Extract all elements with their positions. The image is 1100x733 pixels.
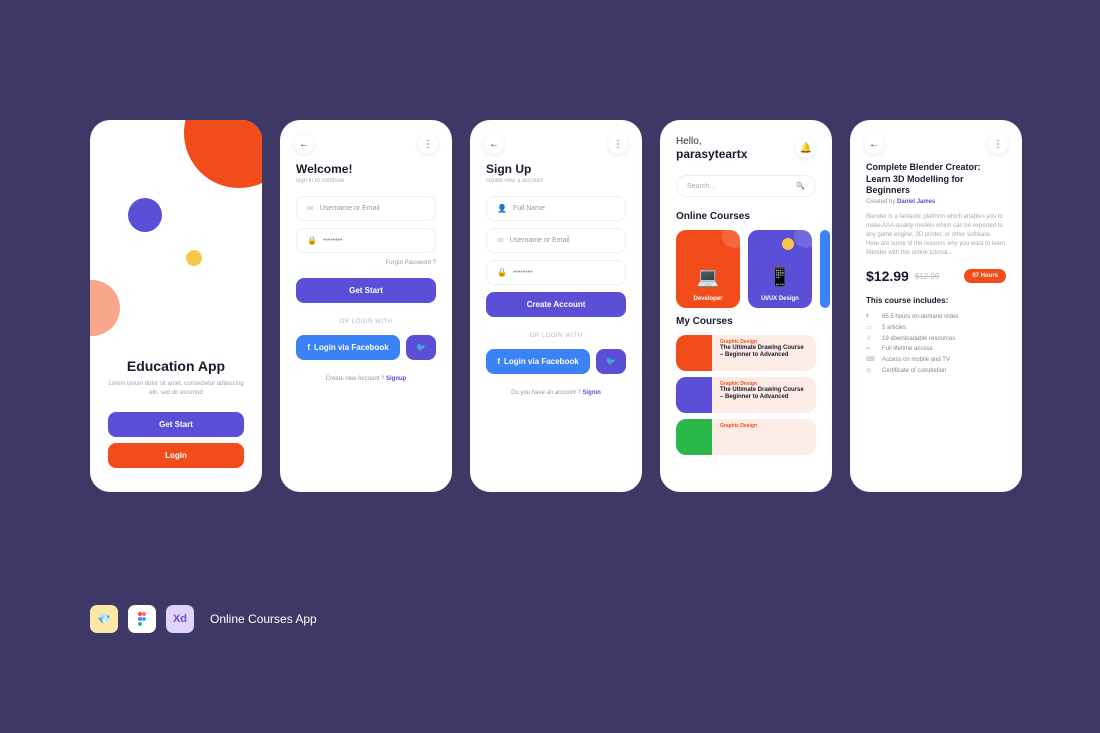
forgot-password-link[interactable]: Forgot Password ? (296, 260, 436, 266)
twitter-icon: 🐦 (416, 343, 426, 352)
include-item: ⌨Access on mobile and TV (850, 354, 1022, 365)
my-course-item[interactable]: Graphic Design (676, 419, 816, 455)
section-heading: My Courses (660, 312, 832, 331)
video-icon: ⏵ (866, 313, 876, 320)
password-input[interactable]: 🔒•••••••• (486, 260, 626, 285)
or-divider: OR LOGIN WITH (296, 319, 436, 325)
laptop-icon: 💻 (697, 267, 719, 288)
get-start-button[interactable]: Get Start (108, 412, 244, 437)
course-thumb (676, 419, 712, 455)
signup-link[interactable]: Signup (386, 376, 406, 382)
username-input[interactable]: ✉Username or Email (486, 228, 626, 253)
app-subtitle: Lorem ipsum dolor sit amet, consectetur … (108, 380, 244, 398)
more-button[interactable]: ⋮ (608, 134, 628, 154)
certificate-icon: ◎ (866, 367, 876, 374)
download-icon: ⇩ (866, 335, 876, 342)
signup-screen: ← ⋮ Sign Up create new a account 👤Full N… (470, 120, 642, 492)
section-heading: Online Courses (660, 207, 832, 226)
include-item: ∞Full lifetime access (850, 344, 1022, 354)
price: $12.99 (866, 268, 909, 284)
figma-badge (128, 605, 156, 633)
course-card-developer[interactable]: 💻Developer (676, 230, 740, 308)
course-thumb (676, 335, 712, 371)
twitter-icon: 🐦 (606, 357, 616, 366)
page-title: Welcome! (296, 162, 436, 176)
course-detail-screen: ← ⋮ Complete Blender Creator: Learn 3D M… (850, 120, 1022, 492)
notifications-button[interactable]: 🔔 (796, 138, 816, 158)
include-item: ▭5 articles (850, 322, 1022, 333)
sketch-badge: 💎 (90, 605, 118, 633)
more-button[interactable]: ⋮ (988, 134, 1008, 154)
include-item: ⏵85.5 hours on-demand video (850, 311, 1022, 322)
search-input[interactable]: Search...🔍 (676, 175, 816, 197)
app-title: Education App (108, 358, 244, 374)
page-subtitle: sign in to continue (296, 178, 436, 184)
footer: 💎 Xd Online Courses App (90, 605, 317, 633)
greeting: Hello, (676, 136, 816, 147)
back-button[interactable]: ← (864, 134, 884, 154)
course-description: Blender is a fantastic platform which en… (850, 213, 1022, 268)
file-icon: ▭ (866, 324, 876, 331)
more-button[interactable]: ⋮ (418, 134, 438, 154)
twitter-login-button[interactable]: 🐦 (596, 349, 626, 374)
person-icon: 👤 (497, 204, 507, 213)
my-course-item[interactable]: Graphic DesignThe Ultimate Drawing Cours… (676, 335, 816, 371)
password-input[interactable]: 🔒•••••••• (296, 228, 436, 253)
course-thumb (676, 377, 712, 413)
decor-circle (184, 120, 262, 188)
decor-circle (90, 280, 120, 336)
login-button[interactable]: Login (108, 443, 244, 468)
phone-icon: 📱 (769, 267, 791, 288)
back-button[interactable]: ← (294, 134, 314, 154)
lock-icon: 🔒 (497, 268, 507, 277)
page-title: Sign Up (486, 162, 626, 176)
onboarding-screen: Education App Lorem ipsum dolor sit amet… (90, 120, 262, 492)
fullname-input[interactable]: 👤Full Name (486, 196, 626, 221)
facebook-icon: f (497, 357, 500, 366)
twitter-login-button[interactable]: 🐦 (406, 335, 436, 360)
course-title: Complete Blender Creator: Learn 3D Model… (850, 162, 1022, 197)
home-screen: Hello, parasyteartx 🔔 Search...🔍 Online … (660, 120, 832, 492)
footer-title: Online Courses App (210, 612, 317, 626)
mail-icon: ✉ (497, 236, 504, 245)
course-card-peek[interactable] (820, 230, 830, 308)
decor-circle (128, 198, 162, 232)
page-subtitle: create new a account (486, 178, 626, 184)
facebook-login-button[interactable]: fLogin via Facebook (486, 349, 590, 374)
back-button[interactable]: ← (484, 134, 504, 154)
hours-badge: 07 Hours (964, 269, 1006, 283)
include-item: ◎Certificate of completion (850, 365, 1022, 376)
includes-heading: This course includes: (850, 296, 1022, 311)
my-course-item[interactable]: Graphic DesignThe Ultimate Drawing Cours… (676, 377, 816, 413)
creator-line: Created by Daniel James (850, 197, 1022, 213)
get-start-button[interactable]: Get Start (296, 278, 436, 303)
username: parasyteartx (676, 147, 816, 161)
old-price: $12.99 (915, 272, 939, 281)
decor-circle (186, 250, 202, 266)
lock-icon: 🔒 (307, 236, 317, 245)
include-item: ⇩19 downloadable resources (850, 333, 1022, 344)
signin-prompt: Do you have an account ? Signin (486, 390, 626, 396)
signin-screen: ← ⋮ Welcome! sign in to continue ✉Userna… (280, 120, 452, 492)
signin-link[interactable]: Signin (583, 390, 601, 396)
facebook-login-button[interactable]: fLogin via Facebook (296, 335, 400, 360)
mobile-icon: ⌨ (866, 356, 876, 363)
signup-prompt: Create new Account ? Signup (296, 376, 436, 382)
infinity-icon: ∞ (866, 346, 876, 352)
create-account-button[interactable]: Create Account (486, 292, 626, 317)
search-icon: 🔍 (796, 182, 805, 190)
course-card-design[interactable]: 📱UI/UX Design (748, 230, 812, 308)
or-divider: OR LOGIN WITH (486, 333, 626, 339)
author-link[interactable]: Daniel James (897, 199, 935, 205)
xd-badge: Xd (166, 605, 194, 633)
username-input[interactable]: ✉Username or Email (296, 196, 436, 221)
mail-icon: ✉ (307, 204, 314, 213)
facebook-icon: f (307, 343, 310, 352)
